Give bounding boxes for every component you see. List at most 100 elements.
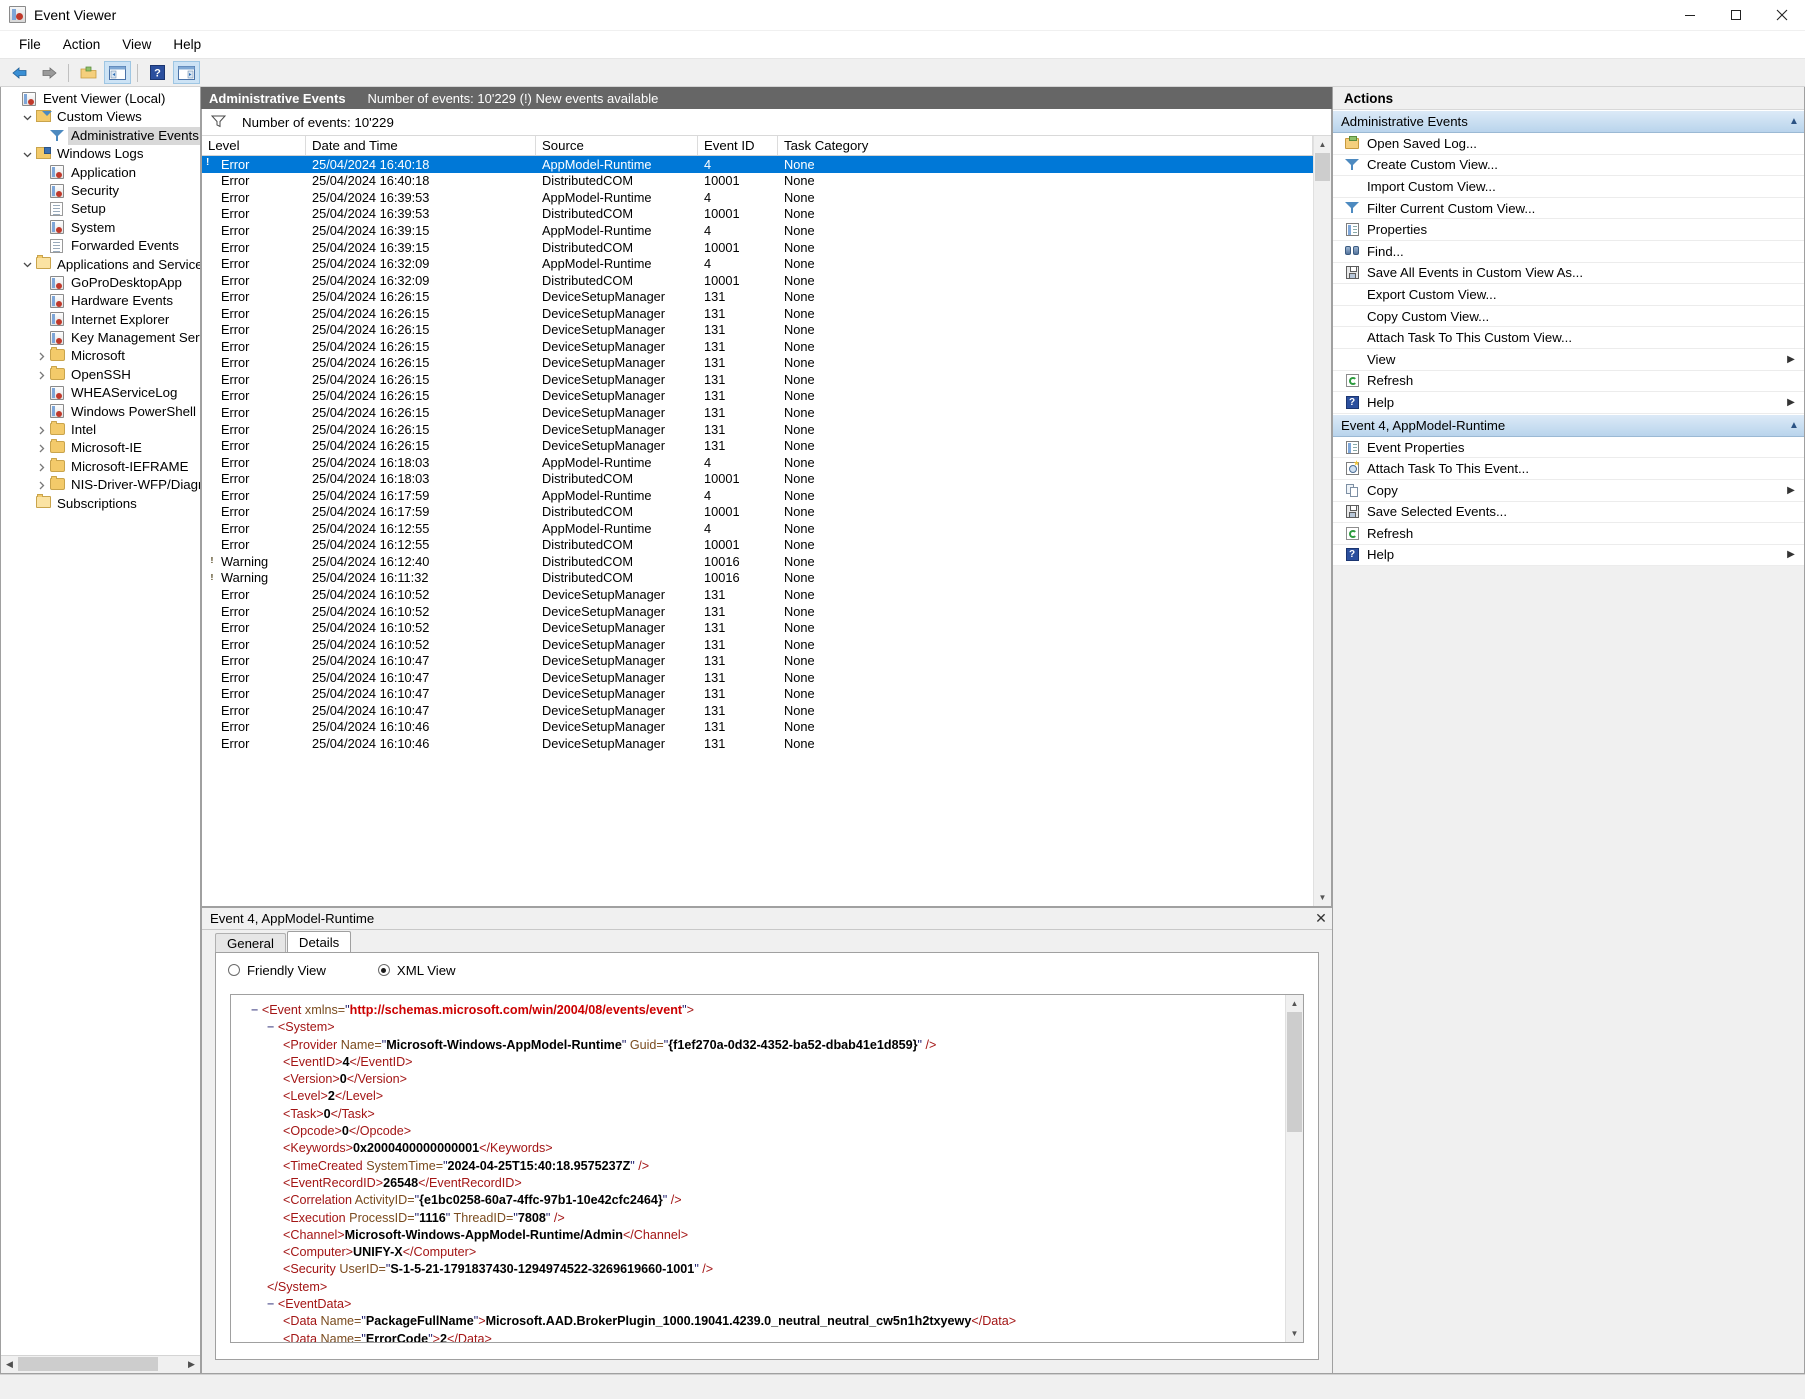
tree-item-wheaservicelog[interactable]: WHEAServiceLog xyxy=(1,384,200,402)
tree-hscroll-thumb[interactable] xyxy=(18,1357,158,1371)
tree-item-windows-powershell[interactable]: Windows PowerShell xyxy=(1,403,200,421)
submenu-chevron-icon[interactable]: ▶ xyxy=(1782,397,1800,408)
xml-scroll-down-icon[interactable]: ▼ xyxy=(1286,1325,1303,1342)
table-row[interactable]: Error 25/04/2024 16:26:15 DeviceSetupManag… xyxy=(202,388,1313,405)
vscroll-thumb[interactable] xyxy=(1315,153,1330,181)
tree-item-openssh[interactable]: OpenSSH xyxy=(1,365,200,384)
tree-item-hardware-events[interactable]: Hardware Events xyxy=(1,292,200,310)
action-copy[interactable]: Copy ▶ xyxy=(1333,480,1804,502)
action-event-properties[interactable]: Event Properties xyxy=(1333,437,1804,459)
xml-vertical-scrollbar[interactable]: ▲ ▼ xyxy=(1285,995,1303,1342)
tree-item-windows-logs[interactable]: Windows Logs xyxy=(1,145,200,163)
table-row[interactable]: Error 25/04/2024 16:26:15 DeviceSetupManag… xyxy=(202,288,1313,305)
tree-item-goprodesktopapp[interactable]: GoProDesktopApp xyxy=(1,274,200,292)
table-row[interactable]: Error 25/04/2024 16:26:15 DeviceSetupManag… xyxy=(202,321,1313,338)
tree-item-nis-driver-wfp-diagnos[interactable]: NIS-Driver-WFP/Diagnos xyxy=(1,475,200,494)
tree-item-forwarded-events[interactable]: Forwarded Events xyxy=(1,237,200,255)
radio-friendly-view[interactable]: Friendly View xyxy=(228,963,326,978)
table-row[interactable]: Error 25/04/2024 16:10:47 DeviceSetupManag… xyxy=(202,686,1313,703)
tree-item-intel[interactable]: Intel xyxy=(1,420,200,439)
table-row[interactable]: Error 25/04/2024 16:32:09 AppModel-Runtime… xyxy=(202,255,1313,272)
tree-twisty-icon[interactable] xyxy=(33,371,50,380)
action-copy-custom-view[interactable]: Copy Custom View... xyxy=(1333,306,1804,328)
tree-item-setup[interactable]: Setup xyxy=(1,200,200,218)
table-row[interactable]: Error 25/04/2024 16:10:52 DeviceSetupManag… xyxy=(202,603,1313,620)
submenu-chevron-icon[interactable]: ▶ xyxy=(1782,354,1800,365)
xml-vscroll-track[interactable] xyxy=(1286,1012,1303,1325)
table-row[interactable]: Error 25/04/2024 16:39:15 AppModel-Runtime… xyxy=(202,222,1313,239)
minimize-button[interactable] xyxy=(1667,0,1713,30)
event-grid-rows[interactable]: Error 25/04/2024 16:40:18 AppModel-Runtime… xyxy=(202,156,1313,906)
scroll-left-icon[interactable]: ◀ xyxy=(1,1356,18,1373)
table-row[interactable]: Error 25/04/2024 16:18:03 AppModel-Runtime… xyxy=(202,454,1313,471)
action-import-custom-view[interactable]: Import Custom View... xyxy=(1333,176,1804,198)
tree-item-applications-and-services-lo[interactable]: Applications and Services Lo xyxy=(1,255,200,274)
menu-action[interactable]: Action xyxy=(52,34,112,55)
open-saved-log-button[interactable] xyxy=(75,61,102,84)
table-row[interactable]: Error 25/04/2024 16:10:46 DeviceSetupManag… xyxy=(202,719,1313,736)
scroll-down-icon[interactable]: ▼ xyxy=(1314,889,1331,906)
table-row[interactable]: Error 25/04/2024 16:26:15 DeviceSetupManag… xyxy=(202,421,1313,438)
table-row[interactable]: Error 25/04/2024 16:12:55 DistributedCOM 10… xyxy=(202,537,1313,554)
table-row[interactable]: Error 25/04/2024 16:10:47 DeviceSetupManag… xyxy=(202,669,1313,686)
vscroll-track[interactable] xyxy=(1314,153,1331,889)
back-button[interactable] xyxy=(6,61,33,84)
action-refresh[interactable]: Refresh xyxy=(1333,371,1804,393)
actions-group-header-1[interactable]: Event 4, AppModel-Runtime ▲ xyxy=(1333,413,1804,437)
show-hide-console-tree-button[interactable] xyxy=(104,61,131,84)
action-find[interactable]: Find... xyxy=(1333,241,1804,263)
tree-item-security[interactable]: Security xyxy=(1,182,200,200)
table-row[interactable]: Error 25/04/2024 16:10:52 DeviceSetupManag… xyxy=(202,619,1313,636)
table-row[interactable]: Error 25/04/2024 16:17:59 AppModel-Runtime… xyxy=(202,487,1313,504)
table-row[interactable]: Error 25/04/2024 16:10:52 DeviceSetupManag… xyxy=(202,586,1313,603)
column-header-source[interactable]: Source xyxy=(536,136,698,155)
action-help[interactable]: ? Help ▶ xyxy=(1333,545,1804,567)
table-row[interactable]: Warning 25/04/2024 16:11:32 DistributedCOM… xyxy=(202,570,1313,587)
tree-twisty-icon[interactable] xyxy=(33,352,50,361)
tab-details[interactable]: Details xyxy=(286,931,352,952)
xml-content[interactable]: − <Event xmlns="http://schemas.microsoft… xyxy=(231,995,1285,1342)
table-row[interactable]: Error 25/04/2024 16:32:09 DistributedCOM 10… xyxy=(202,272,1313,289)
table-row[interactable]: Error 25/04/2024 16:26:15 DeviceSetupManag… xyxy=(202,305,1313,322)
action-view[interactable]: View ▶ xyxy=(1333,349,1804,371)
table-row[interactable]: Error 25/04/2024 16:39:15 DistributedCOM 10… xyxy=(202,239,1313,256)
action-create-custom-view[interactable]: Create Custom View... xyxy=(1333,155,1804,177)
event-grid-header[interactable]: Level Date and Time Source Event ID Task Cat… xyxy=(202,136,1313,156)
tree-item-key-management-service[interactable]: Key Management Service xyxy=(1,329,200,347)
tree-twisty-icon[interactable] xyxy=(33,444,50,453)
tree-item-microsoft[interactable]: Microsoft xyxy=(1,347,200,365)
submenu-chevron-icon[interactable]: ▶ xyxy=(1782,485,1800,496)
help-button[interactable]: ? xyxy=(144,61,171,84)
console-tree[interactable]: Event Viewer (Local) Custom Views Administ… xyxy=(1,87,200,1355)
action-attach-task-to-this-custom-view[interactable]: Attach Task To This Custom View... xyxy=(1333,327,1804,349)
submenu-chevron-icon[interactable]: ▶ xyxy=(1782,549,1800,560)
tree-item-custom-views[interactable]: Custom Views xyxy=(1,108,200,126)
menu-file[interactable]: File xyxy=(8,34,52,55)
action-properties[interactable]: Properties xyxy=(1333,219,1804,241)
xml-vscroll-thumb[interactable] xyxy=(1287,1012,1302,1132)
actions-group-header-0[interactable]: Administrative Events ▲ xyxy=(1333,110,1804,133)
tree-item-application[interactable]: Application xyxy=(1,164,200,182)
table-row[interactable]: Error 25/04/2024 16:26:15 DeviceSetupManag… xyxy=(202,437,1313,454)
table-row[interactable]: Error 25/04/2024 16:39:53 DistributedCOM 10… xyxy=(202,206,1313,223)
table-row[interactable]: Error 25/04/2024 16:10:47 DeviceSetupManag… xyxy=(202,652,1313,669)
action-refresh[interactable]: Refresh xyxy=(1333,523,1804,545)
table-row[interactable]: Warning 25/04/2024 16:12:40 DistributedCOM… xyxy=(202,553,1313,570)
menu-help[interactable]: Help xyxy=(162,34,212,55)
radio-xml-view[interactable]: XML View xyxy=(377,963,456,978)
table-row[interactable]: Error 25/04/2024 16:12:55 AppModel-Runtime… xyxy=(202,520,1313,537)
tree-hscroll-track[interactable] xyxy=(18,1356,183,1373)
action-open-saved-log[interactable]: Open Saved Log... xyxy=(1333,133,1804,155)
table-row[interactable]: Error 25/04/2024 16:10:52 DeviceSetupManag… xyxy=(202,636,1313,653)
close-icon[interactable]: ✕ xyxy=(1310,909,1332,929)
tree-twisty-icon[interactable] xyxy=(33,481,50,490)
tree-item-administrative-events[interactable]: Administrative Events xyxy=(1,126,200,146)
action-filter-current-custom-view[interactable]: Filter Current Custom View... xyxy=(1333,198,1804,220)
table-row[interactable]: Error 25/04/2024 16:18:03 DistributedCOM 10… xyxy=(202,470,1313,487)
tree-twisty-icon[interactable] xyxy=(19,113,36,122)
action-export-custom-view[interactable]: Export Custom View... xyxy=(1333,284,1804,306)
tree-item-microsoft-ie[interactable]: Microsoft-IE xyxy=(1,439,200,457)
tree-item-system[interactable]: System xyxy=(1,219,200,237)
tree-twisty-icon[interactable] xyxy=(33,426,50,435)
tree-twisty-icon[interactable] xyxy=(19,260,36,269)
